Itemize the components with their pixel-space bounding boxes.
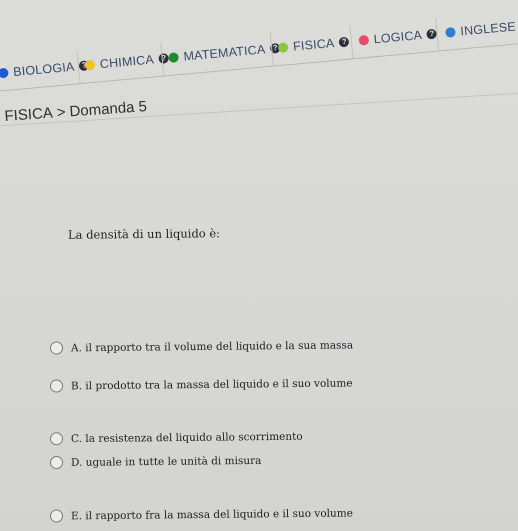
- fisica-color-dot-icon: [277, 42, 289, 54]
- tab-label: CHIMICA: [99, 52, 155, 72]
- biologia-color-dot-icon: [0, 67, 9, 79]
- answer-option-label: A. il rapporto tra il volume del liquido…: [70, 338, 354, 354]
- answer-option-c[interactable]: C. la resistenza del liquido allo scorri…: [49, 430, 303, 446]
- matematica-color-dot-icon: [168, 52, 180, 64]
- breadcrumb-separator: >: [56, 103, 67, 122]
- inglese-color-dot-icon: [445, 26, 456, 38]
- logica-color-dot-icon: [358, 34, 370, 46]
- tab-label: LOGICA: [373, 28, 423, 47]
- radio-button[interactable]: [49, 455, 64, 470]
- answer-option-label: B. il prodotto tra la massa del liquido …: [70, 376, 353, 392]
- tab-label: FISICA: [292, 35, 336, 54]
- answer-option-e[interactable]: E. il rapporto fra la massa del liquido …: [49, 506, 353, 523]
- radio-button[interactable]: [49, 341, 64, 355]
- radio-button[interactable]: [49, 379, 64, 393]
- answer-option-a[interactable]: A. il rapporto tra il volume del liquido…: [49, 338, 354, 355]
- radio-button[interactable]: [49, 432, 64, 446]
- quiz-page: BIOLOGIA ? CHIMICA ? MATEMATICA ? FISICA…: [0, 0, 518, 531]
- question-text: La densità di un liquido è:: [67, 226, 221, 242]
- answer-option-b[interactable]: B. il prodotto tra la massa del liquido …: [49, 376, 353, 393]
- subject-tab-bar: BIOLOGIA ? CHIMICA ? MATEMATICA ? FISICA…: [0, 0, 518, 92]
- chimica-color-dot-icon: [84, 59, 96, 71]
- tab-chimica[interactable]: CHIMICA ?: [84, 44, 170, 80]
- radio-button[interactable]: [49, 509, 64, 523]
- tab-label: MATEMATICA: [182, 42, 266, 64]
- answer-option-label: C. la resistenza del liquido allo scorri…: [70, 430, 303, 445]
- info-icon[interactable]: ?: [338, 36, 350, 48]
- tab-inglese[interactable]: INGLESE: [444, 12, 517, 46]
- answer-option-label: D. uguale in tutte le unità di misura: [70, 454, 262, 469]
- tab-fisica[interactable]: FISICA ?: [277, 28, 351, 62]
- answer-option-d[interactable]: D. uguale in tutte le unità di misura: [49, 454, 262, 470]
- tab-logica[interactable]: LOGICA ?: [358, 20, 439, 55]
- tab-label: BIOLOGIA: [12, 59, 76, 80]
- tab-label: INGLESE: [459, 19, 517, 39]
- answer-option-label: E. il rapporto fra la massa del liquido …: [70, 506, 353, 522]
